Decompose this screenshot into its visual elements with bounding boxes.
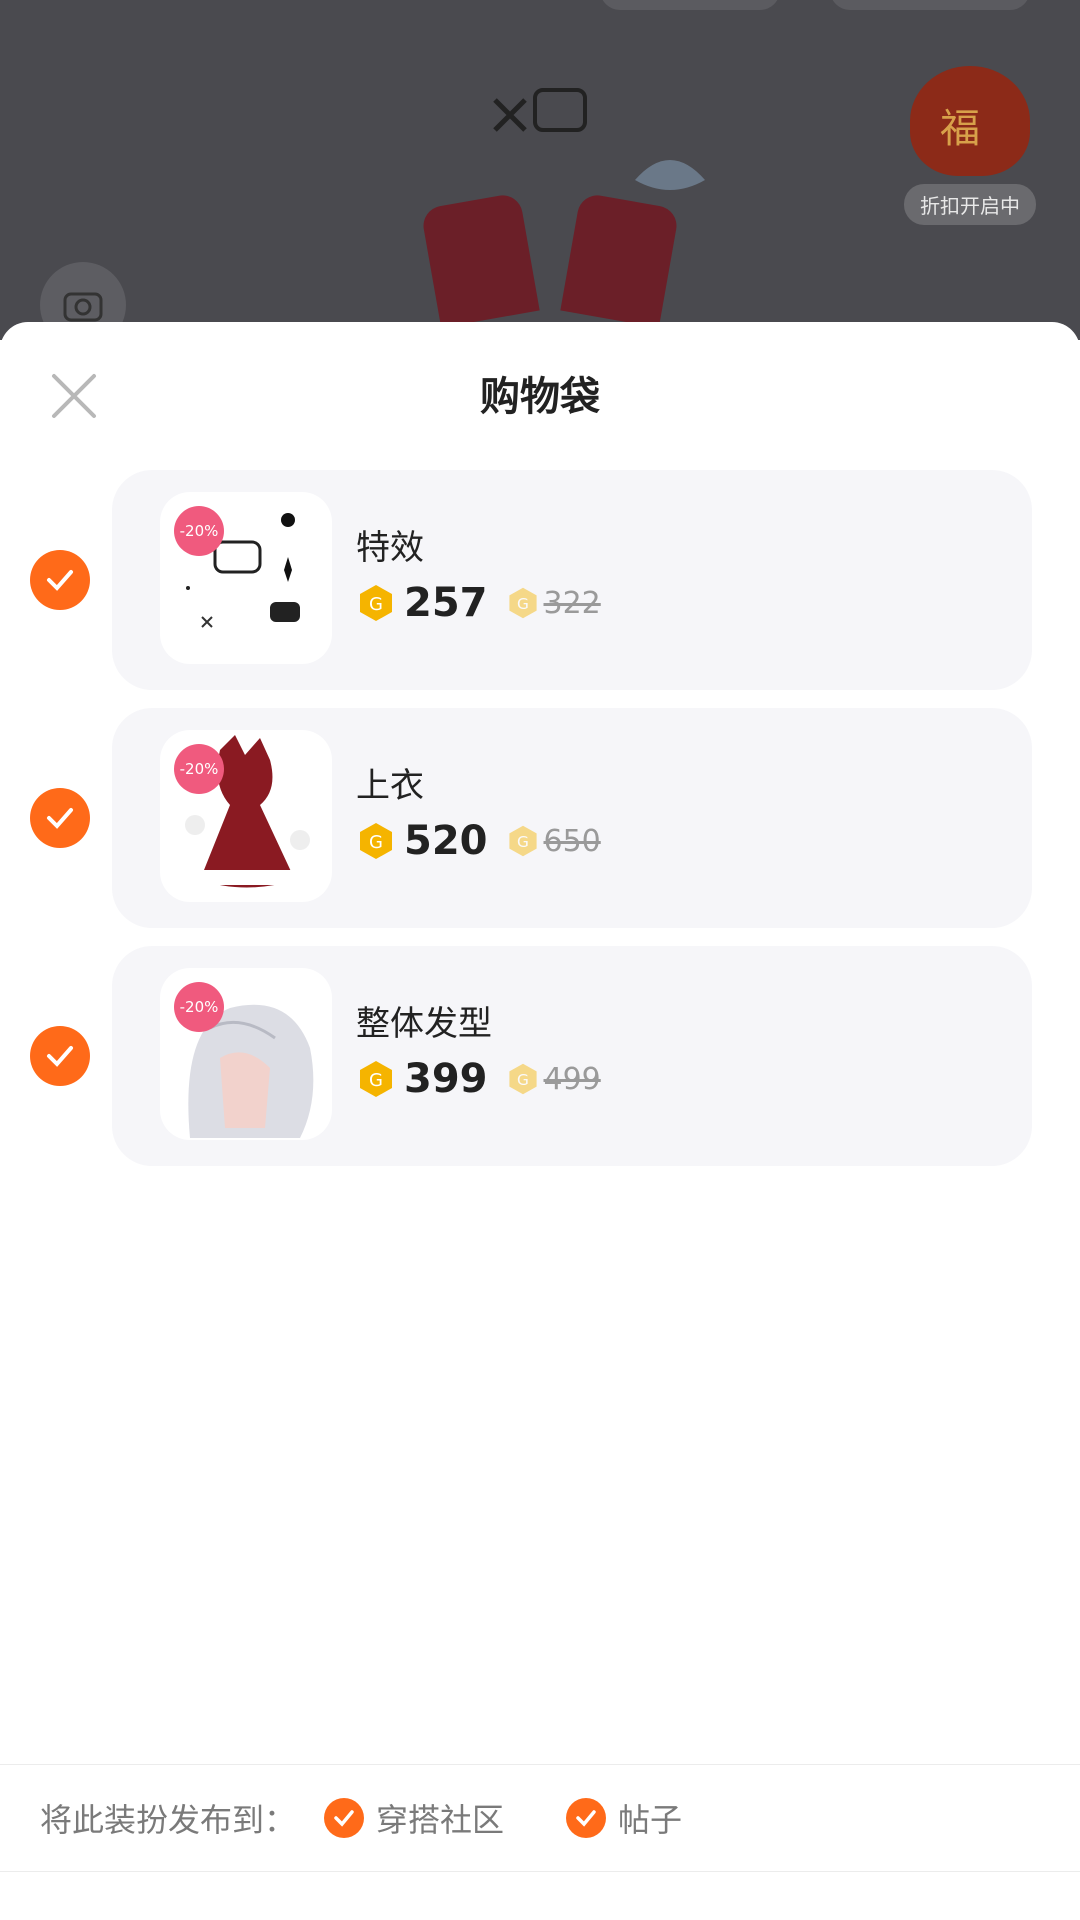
original-price: 322 xyxy=(543,585,601,621)
top-pill-button[interactable] xyxy=(600,0,780,10)
camera-icon xyxy=(63,292,103,322)
svg-text:G: G xyxy=(369,832,383,853)
coin-icon: G xyxy=(360,585,392,621)
svg-text:G: G xyxy=(517,595,529,613)
price-row: G 399 G 499 xyxy=(356,1056,601,1102)
cart-item: -20% 上衣 G 520 G 650 xyxy=(0,708,1080,928)
sheet-title: 购物袋 xyxy=(480,374,600,420)
top-pill-button[interactable] xyxy=(830,0,1030,10)
item-thumbnail: -20% xyxy=(160,968,332,1140)
shark-icon xyxy=(635,160,705,190)
item-name: 上衣 xyxy=(356,766,424,806)
item-name: 整体发型 xyxy=(356,1004,492,1044)
price-row: G 257 G 322 xyxy=(356,580,601,626)
item-checkbox[interactable] xyxy=(30,1026,90,1086)
coin-icon: G xyxy=(508,587,537,619)
shopping-bag-sheet: 购物袋 -20% 特效 G 257 G 322 -20% 上衣 G 520 G … xyxy=(0,322,1080,1920)
item-card[interactable]: -20% 整体发型 G 399 G 499 xyxy=(112,946,1032,1166)
item-checkbox[interactable] xyxy=(30,550,90,610)
svg-text:G: G xyxy=(369,1070,383,1091)
price-row: G 520 G 650 xyxy=(356,818,601,864)
original-price: 499 xyxy=(543,1061,601,1097)
current-price: 257 xyxy=(404,580,488,626)
discount-badge: -20% xyxy=(174,744,224,794)
avatar-ear xyxy=(560,192,680,328)
item-thumbnail: -20% xyxy=(160,730,332,902)
item-card[interactable]: -20% 特效 G 257 G 322 xyxy=(112,470,1032,690)
cat-effect-icon xyxy=(493,88,587,132)
discount-badge: -20% xyxy=(174,506,224,556)
item-name: 特效 xyxy=(356,528,424,568)
item-thumbnail: -20% xyxy=(160,492,332,664)
discount-promo[interactable]: 福 折扣开启中 xyxy=(880,55,1060,225)
publish-options-bar: 将此装扮发布到： 穿搭社区 帖子 xyxy=(0,1764,1080,1872)
publish-option-post[interactable]: 帖子 xyxy=(566,1795,682,1841)
svg-text:G: G xyxy=(369,594,383,615)
original-price: 650 xyxy=(543,823,601,859)
coin-icon: G xyxy=(508,825,537,857)
cart-item: -20% 特效 G 257 G 322 xyxy=(0,470,1080,690)
coin-icon: G xyxy=(360,1061,392,1097)
publish-option-label: 穿搭社区 xyxy=(376,1801,505,1839)
check-icon xyxy=(47,808,73,829)
current-price: 399 xyxy=(404,1056,488,1102)
check-icon xyxy=(566,1798,607,1838)
svg-text:G: G xyxy=(517,833,529,851)
cart-item: -20% 整体发型 G 399 G 499 xyxy=(0,946,1080,1166)
svg-text:G: G xyxy=(517,1071,529,1089)
check-icon xyxy=(47,1046,73,1067)
lucky-bag-icon: 福 xyxy=(910,66,1030,176)
coin-icon: G xyxy=(508,1063,537,1095)
current-price: 520 xyxy=(404,818,488,864)
item-card[interactable]: -20% 上衣 G 520 G 650 xyxy=(112,708,1032,928)
coin-icon: G xyxy=(360,823,392,859)
item-checkbox[interactable] xyxy=(30,788,90,848)
publish-option-label: 帖子 xyxy=(618,1801,683,1839)
check-icon xyxy=(324,1798,365,1838)
avatar-scene: 福 折扣开启中 xyxy=(0,0,1080,340)
avatar-ear xyxy=(420,192,540,328)
check-icon xyxy=(47,570,73,591)
publish-prefix: 将此装扮发布到： xyxy=(40,1801,297,1839)
publish-option-community[interactable]: 穿搭社区 xyxy=(324,1795,504,1841)
discount-badge: -20% xyxy=(174,982,224,1032)
discount-label: 折扣开启中 xyxy=(904,184,1036,225)
